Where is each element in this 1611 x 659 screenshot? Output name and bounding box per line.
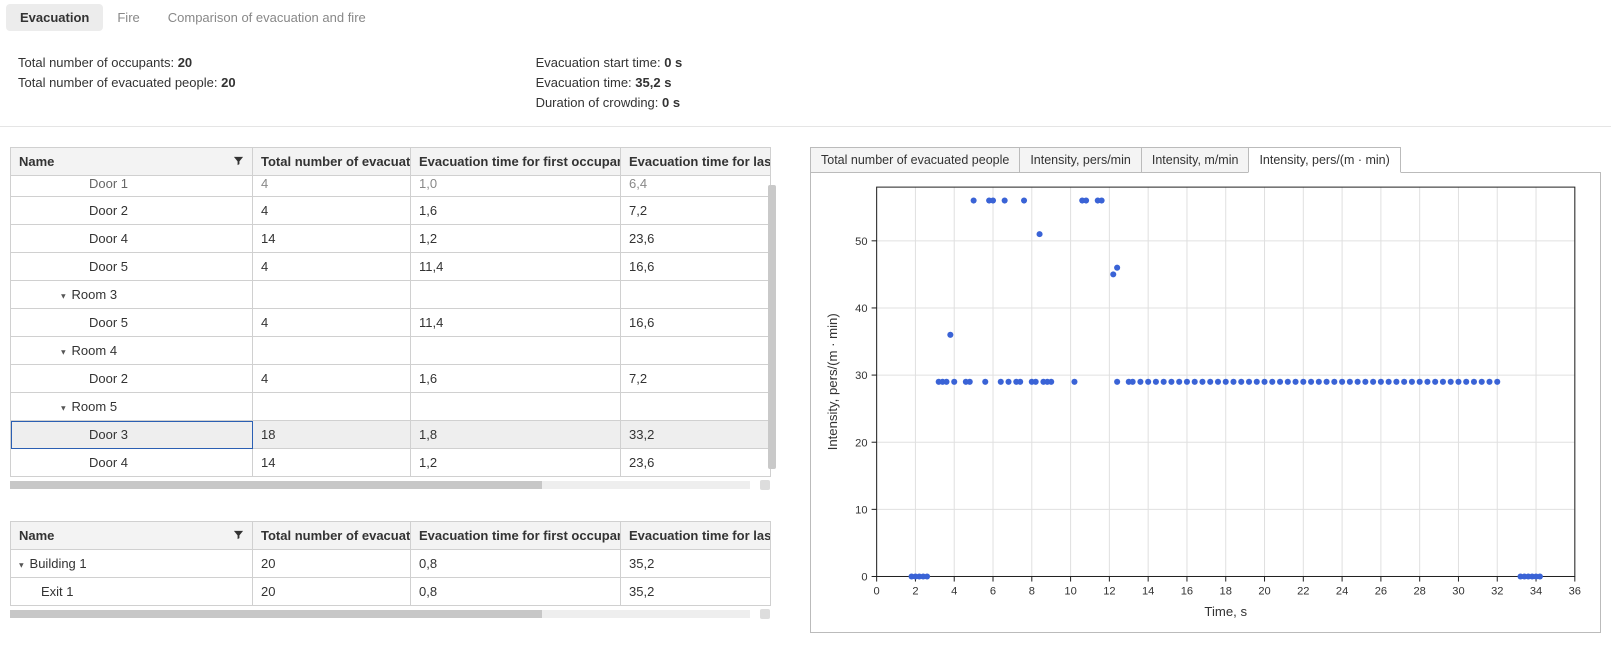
table-row[interactable]: Door 141,06,4 xyxy=(11,176,771,197)
table-row[interactable]: Room 5 xyxy=(11,393,771,421)
svg-text:32: 32 xyxy=(1491,586,1503,598)
chart-tab-pers-min[interactable]: Intensity, pers/min xyxy=(1019,147,1142,173)
svg-text:50: 50 xyxy=(855,236,867,248)
svg-text:34: 34 xyxy=(1530,586,1542,598)
chart-tabs: Total number of evacuated people Intensi… xyxy=(810,147,1601,173)
svg-text:20: 20 xyxy=(1258,586,1270,598)
buildings-table: Name Total number of evacuated Evacuatio… xyxy=(10,521,770,620)
svg-text:16: 16 xyxy=(1181,586,1193,598)
col-tlast[interactable]: Evacuation time for last o xyxy=(621,148,771,176)
svg-text:12: 12 xyxy=(1103,586,1115,598)
table-row[interactable]: Door 3181,833,2 xyxy=(11,421,771,449)
table-row[interactable]: Door 241,67,2 xyxy=(11,365,771,393)
total-occupants: Total number of occupants: 20 xyxy=(18,55,236,70)
table-row[interactable]: Door 5411,416,6 xyxy=(11,253,771,281)
table-row[interactable]: Door 241,67,2 xyxy=(11,197,771,225)
crowding-duration: Duration of crowding: 0 s xyxy=(536,95,683,110)
chart-area[interactable]: 0246810121416182022242628303234360102030… xyxy=(810,173,1601,633)
svg-text:30: 30 xyxy=(855,370,867,382)
chart-tab-m-min[interactable]: Intensity, m/min xyxy=(1141,147,1250,173)
col-total[interactable]: Total number of evacuated xyxy=(253,148,411,176)
total-evacuated: Total number of evacuated people: 20 xyxy=(18,75,236,90)
svg-text:18: 18 xyxy=(1220,586,1232,598)
svg-text:0: 0 xyxy=(874,586,880,598)
table-row[interactable]: Exit 1200,835,2 xyxy=(11,578,771,606)
svg-text:40: 40 xyxy=(855,303,867,315)
table-row[interactable]: Door 5411,416,6 xyxy=(11,309,771,337)
col-name[interactable]: Name xyxy=(11,522,253,550)
svg-text:6: 6 xyxy=(990,586,996,598)
table-row[interactable]: Room 3 xyxy=(11,281,771,309)
tab-evacuation[interactable]: Evacuation xyxy=(6,4,103,31)
vertical-scrollbar[interactable] xyxy=(768,175,776,491)
svg-text:8: 8 xyxy=(1029,586,1035,598)
svg-text:36: 36 xyxy=(1569,586,1581,598)
col-tlast[interactable]: Evacuation time for last oc xyxy=(621,522,771,550)
col-tfirst[interactable]: Evacuation time for first occupant, s xyxy=(411,522,621,550)
top-tabs: Evacuation Fire Comparison of evacuation… xyxy=(0,0,1611,35)
svg-text:2: 2 xyxy=(912,586,918,598)
doors-table: Name Total number of evacuated Evacuatio… xyxy=(10,147,770,491)
svg-text:Time, s: Time, s xyxy=(1204,604,1247,619)
svg-text:10: 10 xyxy=(1064,586,1076,598)
svg-text:4: 4 xyxy=(951,586,957,598)
chart-tab-pers-m-min[interactable]: Intensity, pers/(m · min) xyxy=(1248,147,1400,173)
svg-text:Intensity, pers/(m · min): Intensity, pers/(m · min) xyxy=(825,313,840,450)
svg-text:30: 30 xyxy=(1452,586,1464,598)
svg-text:22: 22 xyxy=(1297,586,1309,598)
svg-text:20: 20 xyxy=(855,437,867,449)
tab-fire[interactable]: Fire xyxy=(103,4,153,31)
svg-text:26: 26 xyxy=(1375,586,1387,598)
svg-text:14: 14 xyxy=(1142,586,1154,598)
evac-time: Evacuation time: 35,2 s xyxy=(536,75,683,90)
col-name[interactable]: Name xyxy=(11,148,253,176)
svg-text:28: 28 xyxy=(1413,586,1425,598)
summary-panel: Total number of occupants: 20 Total numb… xyxy=(0,35,1611,126)
svg-text:24: 24 xyxy=(1336,586,1348,598)
horizontal-scrollbar[interactable] xyxy=(10,481,770,491)
chart-panel: Total number of evacuated people Intensi… xyxy=(810,147,1601,633)
table-row[interactable]: Door 4141,223,6 xyxy=(11,449,771,477)
tab-comparison[interactable]: Comparison of evacuation and fire xyxy=(154,4,380,31)
filter-icon[interactable] xyxy=(233,155,244,169)
evac-start-time: Evacuation start time: 0 s xyxy=(536,55,683,70)
chart-tab-total[interactable]: Total number of evacuated people xyxy=(810,147,1020,173)
col-total[interactable]: Total number of evacuated xyxy=(253,522,411,550)
table-row[interactable]: Building 1200,835,2 xyxy=(11,550,771,578)
table-row[interactable]: Door 4141,223,6 xyxy=(11,225,771,253)
svg-text:10: 10 xyxy=(855,504,867,516)
table-row[interactable]: Room 4 xyxy=(11,337,771,365)
filter-icon[interactable] xyxy=(233,529,244,543)
col-tfirst[interactable]: Evacuation time for first occupant, s xyxy=(411,148,621,176)
horizontal-scrollbar[interactable] xyxy=(10,610,770,620)
svg-text:0: 0 xyxy=(861,572,867,584)
